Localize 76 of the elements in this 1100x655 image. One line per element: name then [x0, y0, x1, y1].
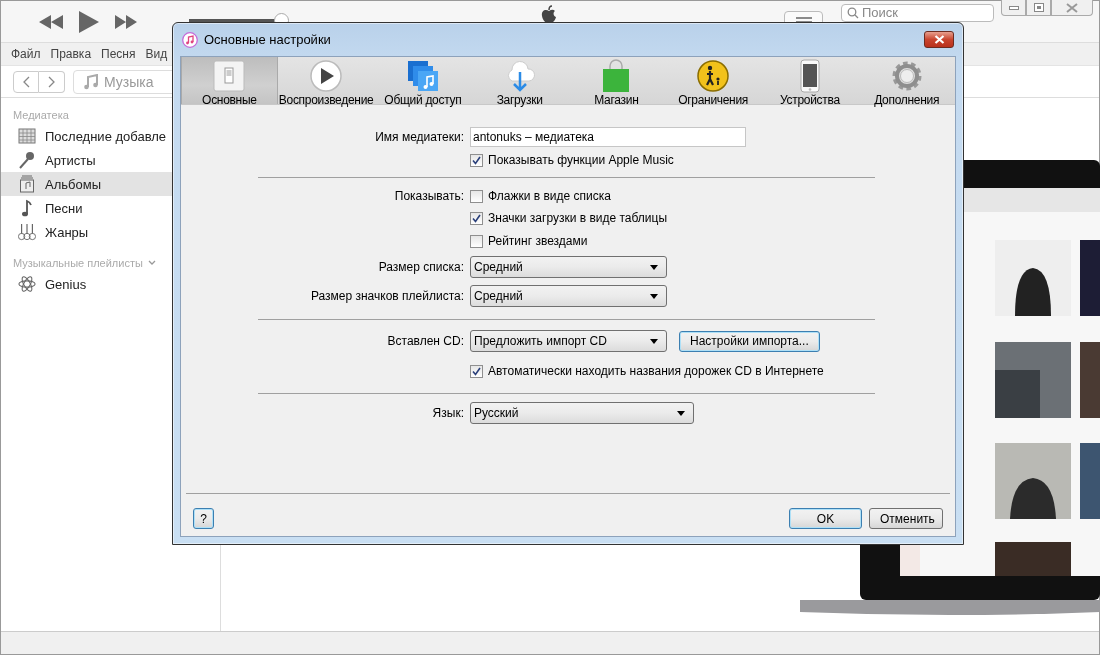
note-icon: [21, 199, 33, 217]
field-label: Показывать:: [394, 189, 464, 203]
atom-icon: [18, 274, 36, 294]
toolbar-tab[interactable]: Магазин: [568, 57, 665, 104]
close-icon: [1066, 2, 1078, 13]
switch-icon: [212, 59, 247, 93]
play-icon: [79, 10, 99, 33]
sidebar-item[interactable]: Последние добавле: [1, 124, 220, 148]
checkbox[interactable]: [470, 234, 483, 248]
checkbox[interactable]: [470, 364, 483, 378]
menu-item[interactable]: Вид: [145, 47, 168, 61]
sidebar-item[interactable]: Жанры: [1, 220, 220, 244]
cancel-button[interactable]: Отменить: [869, 508, 943, 529]
checkbox-label: Значки загрузки в виде таблицы: [488, 211, 668, 225]
field-label: Язык:: [432, 406, 464, 420]
dialog-title: Основные настройки: [204, 32, 332, 47]
field-label: Вставлен CD:: [387, 334, 464, 348]
restrictions-icon: [696, 59, 731, 93]
caret-icon: [677, 410, 685, 416]
microphone-icon: [18, 151, 36, 169]
ok-button[interactable]: OK: [789, 508, 862, 529]
forward-button[interactable]: [115, 14, 137, 29]
play-button[interactable]: [79, 10, 99, 33]
dropdown[interactable]: Средний: [470, 285, 667, 307]
rewind-icon: [39, 14, 63, 29]
chevron-right-icon: [47, 75, 56, 88]
field-label: Размер списка:: [378, 260, 464, 274]
search-field[interactable]: Поиск: [841, 4, 994, 22]
close-icon: [933, 35, 945, 44]
fast-forward-icon: [115, 14, 137, 29]
dropdown[interactable]: Русский: [470, 402, 694, 424]
chevron-down-icon[interactable]: [147, 260, 156, 266]
note-icon: [84, 73, 98, 90]
field-label: Размер значков плейлиста:: [310, 289, 464, 303]
section-heading: Медиатека: [13, 109, 69, 121]
section-heading: Музыкальные плейлисты: [13, 257, 143, 269]
maximize-button[interactable]: [1026, 0, 1051, 16]
checkbox[interactable]: [470, 189, 483, 203]
album-icon: [19, 175, 35, 193]
menu-item[interactable]: Правка: [50, 47, 92, 61]
sidebar-item[interactable]: Артисты: [1, 148, 220, 172]
menu-item[interactable]: Песня: [101, 47, 136, 61]
help-button[interactable]: ?: [193, 508, 214, 529]
search-placeholder: Поиск: [862, 5, 899, 21]
sharing-icon: [405, 59, 440, 93]
apple-icon: [539, 5, 559, 25]
menu-item[interactable]: Файл: [11, 47, 41, 61]
rewind-button[interactable]: [39, 14, 63, 29]
chevron-left-icon: [22, 75, 30, 88]
play-icon: [309, 59, 344, 93]
dropdown[interactable]: Средний: [470, 256, 667, 278]
maximize-icon: [1033, 3, 1044, 12]
import-settings-button[interactable]: Настройки импорта...: [679, 330, 820, 352]
library-name-field[interactable]: antonuks – медиатека: [470, 127, 746, 147]
caret-icon: [650, 264, 658, 270]
grid-icon: [18, 128, 36, 144]
checkbox[interactable]: [470, 211, 483, 225]
minimize-button[interactable]: [1001, 0, 1026, 16]
checkbox-label: Показывать функции Apple Music: [488, 153, 674, 167]
checkbox-label: Автоматически находить названия дорожек CD в Интернете: [488, 364, 824, 378]
checkbox[interactable]: [470, 153, 483, 167]
caret-icon: [650, 338, 658, 344]
search-icon: [847, 7, 859, 19]
toolbar-tab[interactable]: Основные: [181, 57, 278, 104]
guitars-icon: [18, 222, 36, 242]
close-button[interactable]: [924, 31, 954, 48]
caret-icon: [650, 293, 658, 299]
minimize-icon: [1008, 5, 1019, 10]
sidebar-item[interactable]: Песни: [1, 196, 220, 220]
phone-icon: [798, 59, 821, 93]
checkbox-label: Флажки в виде списка: [488, 189, 611, 203]
music-icon: [182, 31, 198, 48]
field-label: Имя медиатеки:: [375, 130, 464, 144]
dropdown[interactable]: Предложить импорт CD: [470, 330, 667, 352]
checkbox-label: Рейтинг звездами: [488, 234, 588, 248]
sidebar-item[interactable]: Genius: [1, 272, 220, 296]
